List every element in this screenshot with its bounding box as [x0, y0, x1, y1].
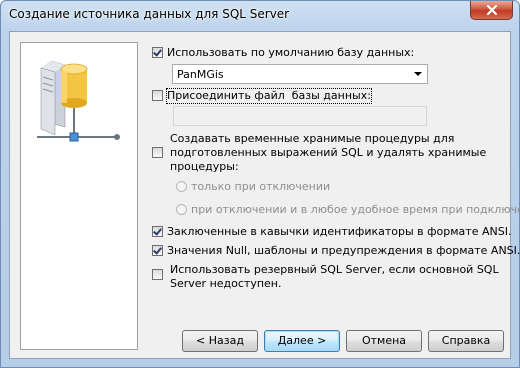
attach-file-option[interactable]: Присоединить файл базы данных: [152, 88, 372, 104]
radio-on-disconnect[interactable] [176, 181, 187, 192]
radio-on-disconnect-anytime-label: при отключении и в любое удобное время п… [191, 203, 520, 216]
radio-on-disconnect-label: только при отключении [191, 180, 331, 193]
create-temp-procs-label: Создавать временные хранимые процедуры д… [170, 132, 487, 173]
create-temp-procs-checkbox[interactable] [152, 147, 163, 158]
failover-server-label: Использовать резервный SQL Server, если … [170, 263, 499, 290]
illustration-panel [20, 42, 138, 350]
ansi-nulls-option[interactable]: Значения Null, шаблоны и предупреждения … [152, 244, 520, 258]
use-default-db-checkbox[interactable] [152, 47, 163, 58]
default-db-value: PanMGis [177, 68, 224, 81]
help-button[interactable]: Справка [428, 330, 504, 352]
next-button[interactable]: Далее > [264, 330, 340, 352]
dialog-window: Создание источника данных для SQL Server [0, 0, 520, 368]
quoted-identifiers-label: Заключенные в кавычки идентификаторы в ф… [167, 225, 512, 238]
attach-file-label: Присоединить файл базы данных: [166, 88, 372, 104]
use-default-db-label: Использовать по умолчанию базу данных: [167, 46, 415, 59]
back-button[interactable]: < Назад [182, 330, 258, 352]
cancel-button[interactable]: Отмена [346, 330, 422, 352]
use-default-db-option[interactable]: Использовать по умолчанию базу данных: [152, 46, 414, 60]
failover-server-checkbox[interactable] [152, 269, 163, 280]
quoted-identifiers-option[interactable]: Заключенные в кавычки идентификаторы в ф… [152, 225, 511, 239]
attach-file-input[interactable] [173, 106, 427, 126]
radio-on-disconnect-option[interactable]: только при отключении [176, 180, 330, 194]
title-bar[interactable]: Создание источника данных для SQL Server [1, 1, 519, 29]
dialog-body: Использовать по умолчанию базу данных: P… [9, 31, 520, 359]
ansi-nulls-checkbox[interactable] [152, 245, 163, 256]
chevron-down-icon [414, 72, 422, 76]
window-title: Создание источника данных для SQL Server [9, 7, 290, 21]
close-icon [486, 4, 498, 16]
database-server-icon [37, 60, 120, 142]
radio-on-disconnect-anytime-option[interactable]: при отключении и в любое удобное время п… [176, 203, 520, 217]
default-db-select[interactable]: PanMGis [172, 64, 428, 84]
quoted-identifiers-checkbox[interactable] [152, 226, 163, 237]
ansi-nulls-label: Значения Null, шаблоны и предупреждения … [167, 244, 520, 257]
attach-file-checkbox[interactable] [152, 90, 163, 101]
radio-on-disconnect-anytime[interactable] [176, 204, 187, 215]
close-button[interactable] [470, 1, 513, 20]
